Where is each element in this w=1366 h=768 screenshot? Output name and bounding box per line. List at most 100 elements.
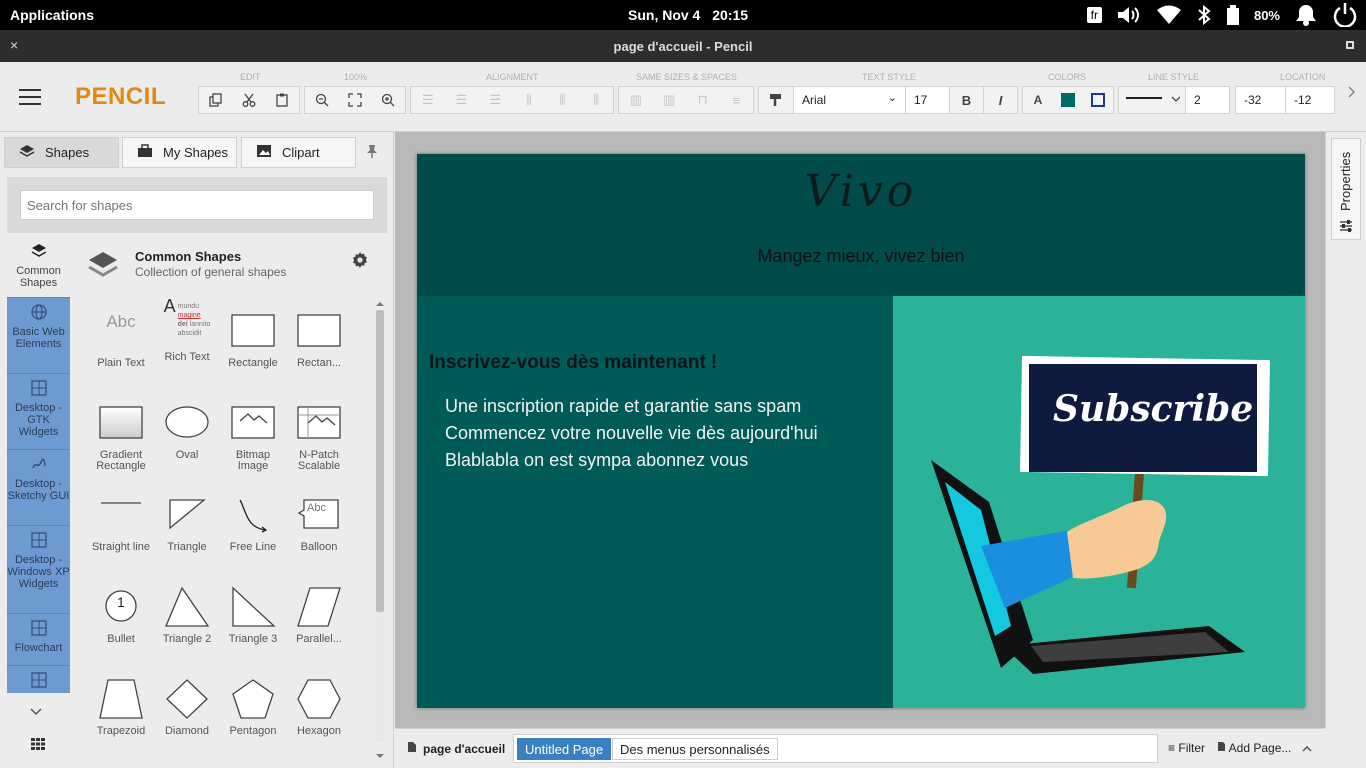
chevron-down-icon[interactable]	[30, 704, 42, 719]
shape-diamond[interactable]: Diamond	[154, 676, 220, 737]
subscribe-sign-text[interactable]: Subscribe	[1053, 388, 1253, 430]
shape-free-line[interactable]: Free Line	[220, 492, 286, 553]
align-bottom-icon[interactable]: ⫼	[579, 87, 613, 113]
battery-icon[interactable]	[1226, 5, 1240, 25]
same-hspace-icon[interactable]: ⊓	[686, 87, 720, 113]
tab-shapes[interactable]: Shapes	[4, 137, 119, 168]
tagline-text[interactable]: Mangez mieux, vivez bien	[417, 246, 1305, 267]
shape-plain-text[interactable]: Abc Plain Text	[88, 308, 154, 369]
stroke-color-button[interactable]	[1083, 87, 1113, 113]
line-width-input[interactable]: 2	[1185, 87, 1229, 113]
copy-button[interactable]	[199, 87, 232, 113]
keyboard-layout-indicator[interactable]: fr	[1086, 7, 1102, 23]
notification-bell-icon[interactable]	[1294, 4, 1318, 26]
italic-button[interactable]: I	[983, 87, 1017, 113]
shape-bullet[interactable]: 1 Bullet	[88, 584, 154, 645]
cut-button[interactable]	[232, 87, 265, 113]
current-page-selector[interactable]: page d'accueil	[407, 741, 505, 756]
category-more[interactable]	[7, 665, 70, 693]
shape-rich-text[interactable]: A mundu magine dei lannito abscidit Rich…	[154, 297, 220, 363]
volume-icon[interactable]	[1116, 5, 1142, 25]
page-tab-untitled[interactable]: Untitled Page	[517, 738, 612, 760]
category-common-shapes[interactable]: Common Shapes	[7, 237, 70, 297]
scrollbar-thumb[interactable]	[376, 310, 384, 612]
align-top-icon[interactable]: ⫼	[512, 87, 546, 113]
shape-gradient-rectangle[interactable]: Gradient Rectangle	[88, 400, 154, 472]
illustration-section[interactable]: Subscribe	[893, 296, 1305, 708]
shapes-scrollbar[interactable]	[374, 296, 386, 758]
shape-pentagon[interactable]: Pentagon	[220, 676, 286, 737]
benefit-line[interactable]: Une inscription rapide et garantie sans …	[445, 396, 801, 417]
apps-grid-icon[interactable]	[31, 738, 45, 753]
page-tab-menus[interactable]: Des menus personnalisés	[612, 738, 778, 760]
benefit-line[interactable]: Blablabla on est sympa abonnez vous	[445, 450, 748, 471]
drawing-canvas[interactable]: Vivo Mangez mieux, vivez bien Inscrivez-…	[395, 132, 1325, 728]
shape-straight-line[interactable]: Straight line	[88, 492, 154, 553]
location-y-input[interactable]: -12	[1284, 87, 1334, 113]
font-family-select[interactable]: Arial ⌄	[793, 87, 905, 113]
benefit-line[interactable]: Commencez votre nouvelle vie dès aujourd…	[445, 423, 818, 444]
shape-parallelogram[interactable]: Parallel...	[286, 584, 352, 645]
shape-triangle-3[interactable]: Triangle 3	[220, 584, 286, 645]
category-desktop-windows-xp[interactable]: Desktop - Windows XP Widgets	[7, 525, 70, 613]
search-shapes-input[interactable]	[20, 190, 374, 220]
category-flowchart[interactable]: Flowchart	[7, 613, 70, 665]
filter-button[interactable]: ≡ Filter	[1168, 741, 1205, 755]
shape-hexagon[interactable]: Hexagon	[286, 676, 352, 737]
brand-logo[interactable]: Vivo	[417, 166, 1305, 217]
shape-balloon[interactable]: Abc Balloon	[286, 492, 352, 553]
fill-color-button[interactable]	[1053, 87, 1083, 113]
applications-menu[interactable]: Applications	[10, 7, 94, 23]
line-style-select[interactable]	[1119, 87, 1185, 113]
tab-clipart[interactable]: Clipart	[241, 137, 356, 168]
shape-n-patch-scalable[interactable]: N-Patch Scalable	[286, 400, 352, 472]
maximize-window-button[interactable]	[1346, 41, 1354, 49]
tab-my-shapes[interactable]: My Shapes	[122, 137, 237, 168]
page-mockup[interactable]: Vivo Mangez mieux, vivez bien Inscrivez-…	[417, 154, 1305, 708]
text-color-button[interactable]: A	[1023, 87, 1053, 113]
shape-triangle-2[interactable]: Triangle 2	[154, 584, 220, 645]
clock[interactable]: Sun, Nov 4 20:15	[628, 7, 756, 23]
same-height-icon[interactable]: ▥	[653, 87, 687, 113]
category-basic-web-elements[interactable]: Basic Web Elements	[7, 297, 70, 373]
wifi-icon[interactable]	[1156, 5, 1182, 25]
shape-triangle[interactable]: Triangle	[154, 492, 220, 553]
font-size-input[interactable]: 17	[905, 87, 949, 113]
shape-bitmap-image[interactable]: Bitmap Image	[220, 400, 286, 472]
shape-oval[interactable]: Oval	[154, 400, 220, 461]
power-icon[interactable]	[1332, 3, 1358, 27]
category-desktop-sketchy[interactable]: Desktop - Sketchy GUI	[7, 449, 70, 525]
shape-rectangle[interactable]: Rectangle	[220, 308, 286, 369]
add-page-button[interactable]: Add Page...	[1217, 741, 1291, 755]
main-menu-button[interactable]	[19, 89, 41, 105]
zoom-out-icon[interactable]	[305, 87, 338, 113]
paste-button[interactable]	[266, 87, 299, 113]
toolbar-scroll-right-icon[interactable]	[1348, 86, 1356, 101]
location-x-input[interactable]: -32	[1236, 87, 1285, 113]
subscribe-illustration[interactable]	[893, 296, 1305, 708]
align-center-icon[interactable]: ☰	[445, 87, 479, 113]
scroll-up-icon[interactable]	[376, 296, 384, 311]
properties-tab[interactable]: Properties	[1331, 138, 1361, 240]
fit-screen-icon[interactable]	[338, 87, 371, 113]
format-painter-icon[interactable]	[759, 87, 793, 113]
same-width-icon[interactable]: ▥	[619, 87, 653, 113]
shape-trapezoid[interactable]: Trapezoid	[88, 676, 154, 737]
shape-rectangle-2[interactable]: Rectan...	[286, 308, 352, 369]
same-vspace-icon[interactable]: ≡	[720, 87, 754, 113]
zoom-in-icon[interactable]	[372, 87, 405, 113]
category-label: Desktop - Sketchy GUI	[7, 478, 70, 502]
bold-button[interactable]: B	[949, 87, 983, 113]
bluetooth-icon[interactable]	[1196, 5, 1212, 25]
category-desktop-gtk[interactable]: Desktop - GTK Widgets	[7, 373, 70, 449]
gear-icon[interactable]	[351, 251, 369, 272]
pin-icon[interactable]	[366, 144, 378, 161]
signup-section[interactable]: Inscrivez-vous dès maintenant ! Une insc…	[417, 296, 893, 708]
align-left-icon[interactable]: ☰	[411, 87, 445, 113]
scroll-down-icon[interactable]	[376, 748, 384, 763]
signup-headline[interactable]: Inscrivez-vous dès maintenant !	[429, 352, 717, 374]
header-section[interactable]: Vivo Mangez mieux, vivez bien	[417, 154, 1305, 296]
align-middle-icon[interactable]: ⫼	[546, 87, 580, 113]
chevron-up-icon[interactable]	[1302, 741, 1312, 756]
align-right-icon[interactable]: ☰	[478, 87, 512, 113]
